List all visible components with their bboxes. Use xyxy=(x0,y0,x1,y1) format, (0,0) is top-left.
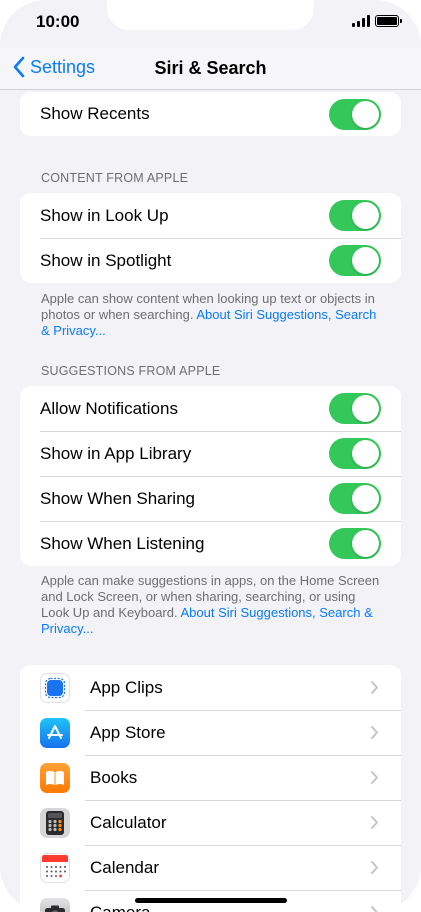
chevron-right-icon xyxy=(371,906,378,912)
row-label: Show in App Library xyxy=(40,443,192,463)
show-when-sharing-row[interactable]: Show When Sharing xyxy=(20,476,401,521)
navigation-bar: Settings Siri & Search xyxy=(0,48,421,90)
suggestions-footnote: Apple can make suggestions in apps, on t… xyxy=(41,573,381,637)
suggestions-from-apple-group: Allow Notifications Show in App Library … xyxy=(20,386,401,566)
apps-group: App Clips App Store Books Calculator Cal… xyxy=(20,665,401,912)
allow-notifications-row[interactable]: Allow Notifications xyxy=(20,386,401,431)
row-label: Show Recents xyxy=(40,104,150,123)
show-in-app-library-toggle[interactable] xyxy=(329,438,381,469)
content-from-apple-footnote: Apple can show content when looking up t… xyxy=(41,291,381,339)
row-label: App Store xyxy=(90,722,166,742)
status-icons xyxy=(352,15,402,27)
content-from-apple-group: Show in Look Up Show in Spotlight xyxy=(20,193,401,283)
show-in-look-up-toggle[interactable] xyxy=(329,200,381,231)
battery-icon xyxy=(375,15,402,27)
status-bar: 10:00 xyxy=(0,0,421,48)
notch xyxy=(107,0,314,30)
calendar-icon xyxy=(40,852,70,883)
show-recents-toggle[interactable] xyxy=(329,99,381,130)
show-in-spotlight-row[interactable]: Show in Spotlight xyxy=(20,238,401,283)
chevron-right-icon xyxy=(371,861,378,874)
app-row-calendar[interactable]: Calendar xyxy=(20,845,401,890)
row-label: Calculator xyxy=(90,812,167,832)
status-time: 10:00 xyxy=(36,12,80,31)
chevron-right-icon xyxy=(371,681,378,694)
app-clips-icon xyxy=(40,672,70,703)
show-recents-row[interactable]: Show Recents xyxy=(20,92,401,136)
app-row-calculator[interactable]: Calculator xyxy=(20,800,401,845)
show-when-listening-row[interactable]: Show When Listening xyxy=(20,521,401,566)
show-when-sharing-toggle[interactable] xyxy=(329,483,381,514)
cellular-signal-icon xyxy=(352,15,370,27)
section-header-suggestions-from-apple: SUGGESTIONS FROM APPLE xyxy=(41,364,221,378)
show-when-listening-toggle[interactable] xyxy=(329,528,381,559)
row-label: Show When Listening xyxy=(40,533,205,553)
row-label: Calendar xyxy=(90,857,159,877)
app-row-books[interactable]: Books xyxy=(20,755,401,800)
app-row-app-store[interactable]: App Store xyxy=(20,710,401,755)
app-row-app-clips[interactable]: App Clips xyxy=(20,665,401,710)
chevron-right-icon xyxy=(371,726,378,739)
row-label: App Clips xyxy=(90,677,163,697)
section-header-content-from-apple: CONTENT FROM APPLE xyxy=(41,171,189,185)
recents-group: Show Recents xyxy=(20,92,401,136)
row-label: Allow Notifications xyxy=(40,398,178,418)
row-label: Camera xyxy=(90,902,151,912)
row-label: Show When Sharing xyxy=(40,488,195,508)
home-indicator[interactable] xyxy=(135,898,287,903)
app-store-icon xyxy=(40,717,70,748)
books-icon xyxy=(40,762,70,793)
allow-notifications-toggle[interactable] xyxy=(329,393,381,424)
calculator-icon xyxy=(40,807,70,838)
page-title: Siri & Search xyxy=(154,58,267,78)
show-in-spotlight-toggle[interactable] xyxy=(329,245,381,276)
row-label: Show in Look Up xyxy=(40,205,169,225)
chevron-right-icon xyxy=(371,771,378,784)
phone-screen: 10:00 Settings Siri & Search Show Recent… xyxy=(0,0,421,912)
row-label: Show in Spotlight xyxy=(40,250,172,270)
row-label: Books xyxy=(90,767,138,787)
chevron-right-icon xyxy=(371,816,378,829)
camera-icon xyxy=(40,897,70,912)
show-in-look-up-row[interactable]: Show in Look Up xyxy=(20,193,401,238)
show-in-app-library-row[interactable]: Show in App Library xyxy=(20,431,401,476)
